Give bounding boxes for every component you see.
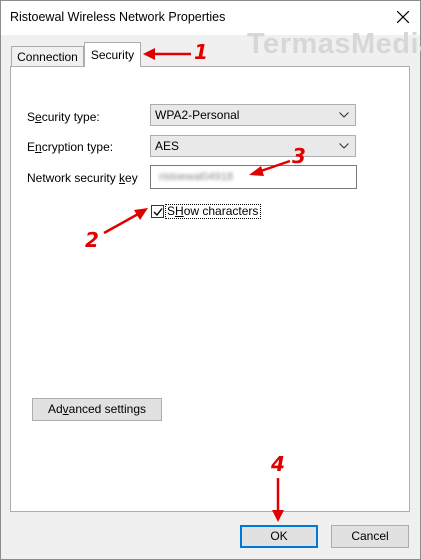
encryption-type-label: Encryption type: [27,140,114,154]
advanced-settings-button[interactable]: Advanced settings [32,398,162,421]
ok-button[interactable]: OK [240,525,318,548]
watermark: TermasMedia [247,28,421,60]
annotation-step-1: 1 [194,40,208,64]
properties-dialog: Ristoewal Wireless Network Properties Te… [0,0,421,560]
tab-connection[interactable]: Connection [11,46,84,67]
security-type-label: Security type: [27,110,100,124]
annotation-step-2: 2 [85,228,99,252]
security-tab-panel: Security type: WPA2-Personal Encryption … [10,66,410,512]
network-security-key-input[interactable]: ristoewal04918 [150,165,357,189]
annotation-step-3: 3 [292,144,306,168]
dialog-button-bar: OK Cancel [1,513,420,559]
encryption-type-value: AES [155,139,180,153]
tab-security[interactable]: Security [84,42,141,67]
show-characters-checkbox[interactable] [151,205,164,218]
network-security-key-value: ristoewal04918 [159,171,233,183]
security-type-dropdown[interactable]: WPA2-Personal [150,104,356,126]
cancel-button[interactable]: Cancel [331,525,409,548]
show-characters-label[interactable]: SHow characters [167,204,258,218]
encryption-type-dropdown[interactable]: AES [150,135,356,157]
security-type-value: WPA2-Personal [155,108,240,122]
network-security-key-label: Network security key [27,171,138,185]
annotation-step-4: 4 [271,452,285,476]
window-title: Ristoewal Wireless Network Properties [10,10,226,24]
